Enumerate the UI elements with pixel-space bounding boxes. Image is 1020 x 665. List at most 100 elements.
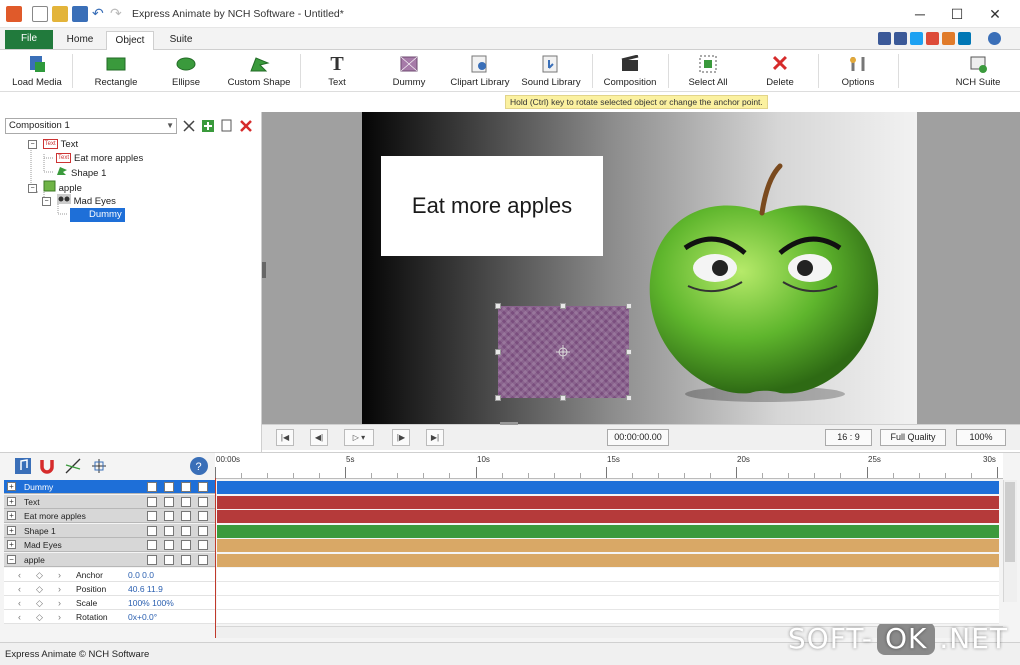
next-frame-button[interactable]: |▶	[392, 429, 410, 446]
next-keyframe-icon[interactable]: ›	[58, 596, 61, 610]
help-icon[interactable]	[988, 32, 1001, 45]
keyframe-icon[interactable]: ◇	[36, 596, 43, 610]
property-lane[interactable]	[217, 582, 999, 596]
next-keyframe-icon[interactable]: ›	[58, 582, 61, 596]
keyframe-icon[interactable]: ◇	[36, 610, 43, 624]
group-icon[interactable]	[181, 540, 191, 550]
lock-icon[interactable]	[164, 555, 174, 565]
scrollbar-thumb[interactable]	[1005, 482, 1015, 562]
property-value[interactable]: 0.0 0.0	[128, 568, 154, 582]
resize-handle[interactable]	[626, 395, 632, 401]
composition-button[interactable]: Composition	[602, 52, 658, 90]
tree-item-text[interactable]: − Text Text	[28, 138, 78, 152]
playhead[interactable]	[215, 478, 216, 638]
undo-icon[interactable]: ↶	[92, 6, 108, 22]
tree-item-shape-1[interactable]: Shape 1	[56, 166, 106, 180]
eye-icon[interactable]	[147, 511, 157, 521]
select-all-button[interactable]: Select All	[684, 52, 732, 90]
property-value[interactable]: 0x+0.0°	[128, 610, 157, 624]
group-icon[interactable]	[181, 526, 191, 536]
group-icon[interactable]	[181, 497, 191, 507]
layer-bar[interactable]	[217, 539, 999, 552]
resize-handle[interactable]	[626, 349, 632, 355]
solo-icon[interactable]	[198, 511, 208, 521]
resize-handle[interactable]	[495, 303, 501, 309]
eye-icon[interactable]	[147, 526, 157, 536]
resize-handle[interactable]	[495, 349, 501, 355]
eye-icon[interactable]	[147, 540, 157, 550]
maximize-button[interactable]: ☐	[937, 2, 977, 26]
layer-row[interactable]: − apple	[4, 553, 215, 567]
dummy-object[interactable]	[495, 303, 632, 401]
resize-handle[interactable]	[560, 395, 566, 401]
group-icon[interactable]	[181, 482, 191, 492]
save-icon[interactable]	[72, 6, 88, 22]
eye-icon[interactable]	[147, 482, 157, 492]
dummy-button[interactable]: Dummy	[384, 52, 434, 90]
quality-button[interactable]: Full Quality	[880, 429, 946, 446]
keyframe-align-icon[interactable]	[90, 457, 108, 475]
magnet-icon[interactable]	[38, 457, 56, 475]
group-icon[interactable]	[181, 555, 191, 565]
google-plus-icon[interactable]	[926, 32, 939, 45]
text-object[interactable]: Eat more apples	[381, 156, 603, 256]
tab-suite[interactable]: Suite	[160, 31, 202, 50]
layer-bar[interactable]	[217, 496, 999, 509]
property-value[interactable]: 40.6 11.9	[128, 582, 163, 596]
music-note-icon[interactable]	[14, 457, 32, 475]
text-button[interactable]: T Text	[314, 52, 360, 90]
tree-item-apple[interactable]: − apple	[28, 180, 82, 194]
tree-item-dummy[interactable]: Dummy	[70, 208, 125, 222]
panel-splitter[interactable]	[262, 262, 266, 278]
solo-icon[interactable]	[198, 526, 208, 536]
delete-button[interactable]: ✕ Delete	[756, 51, 804, 90]
linkedin-icon[interactable]	[958, 32, 971, 45]
share-icon[interactable]	[942, 32, 955, 45]
property-lane[interactable]	[217, 596, 999, 610]
like-icon[interactable]	[878, 32, 891, 45]
layer-bar[interactable]	[217, 554, 999, 567]
lock-icon[interactable]	[164, 497, 174, 507]
aspect-ratio-button[interactable]: 16 : 9	[825, 429, 872, 446]
solo-icon[interactable]	[198, 540, 208, 550]
load-media-button[interactable]: Load Media	[8, 52, 66, 90]
next-keyframe-icon[interactable]: ›	[58, 610, 61, 624]
prev-keyframe-icon[interactable]: ‹	[18, 568, 21, 582]
layer-bar[interactable]	[217, 525, 999, 538]
clipart-library-button[interactable]: Clipart Library	[448, 52, 512, 90]
prev-keyframe-icon[interactable]: ‹	[18, 596, 21, 610]
new-file-icon[interactable]	[32, 6, 48, 22]
lock-icon[interactable]	[164, 526, 174, 536]
play-button[interactable]: ▷ ▾	[344, 429, 374, 446]
solo-icon[interactable]	[198, 555, 208, 565]
lock-icon[interactable]	[164, 482, 174, 492]
go-to-end-button[interactable]: ▶|	[426, 429, 444, 446]
tab-object[interactable]: Object	[106, 31, 154, 51]
expand-toggle[interactable]: +	[7, 482, 16, 491]
eye-icon[interactable]	[147, 497, 157, 507]
curve-icon[interactable]	[64, 457, 82, 475]
solo-icon[interactable]	[198, 497, 208, 507]
facebook-icon[interactable]	[894, 32, 907, 45]
nch-suite-button[interactable]: NCH Suite	[952, 52, 1004, 90]
anchor-point-icon[interactable]	[556, 345, 570, 359]
layer-row[interactable]: + Eat more apples	[4, 509, 215, 523]
keyframe-icon[interactable]: ◇	[36, 568, 43, 582]
custom-shape-button[interactable]: Custom Shape	[226, 52, 292, 90]
expand-toggle[interactable]: +	[7, 511, 16, 520]
property-value[interactable]: 100% 100%	[128, 596, 174, 610]
layer-bar[interactable]	[217, 510, 999, 523]
layer-bar[interactable]	[217, 481, 999, 494]
close-button[interactable]: ✕	[975, 2, 1015, 26]
redo-icon[interactable]: ↷	[110, 6, 126, 22]
lock-icon[interactable]	[164, 540, 174, 550]
apple-image[interactable]	[640, 158, 890, 408]
open-folder-icon[interactable]	[52, 6, 68, 22]
solo-icon[interactable]	[198, 482, 208, 492]
layer-row[interactable]: + Mad Eyes	[4, 538, 215, 552]
eye-icon[interactable]	[147, 555, 157, 565]
tab-file[interactable]: File	[5, 30, 53, 49]
stage[interactable]: Eat more apples	[362, 112, 917, 424]
rectangle-button[interactable]: Rectangle	[86, 52, 146, 90]
twitter-icon[interactable]	[910, 32, 923, 45]
